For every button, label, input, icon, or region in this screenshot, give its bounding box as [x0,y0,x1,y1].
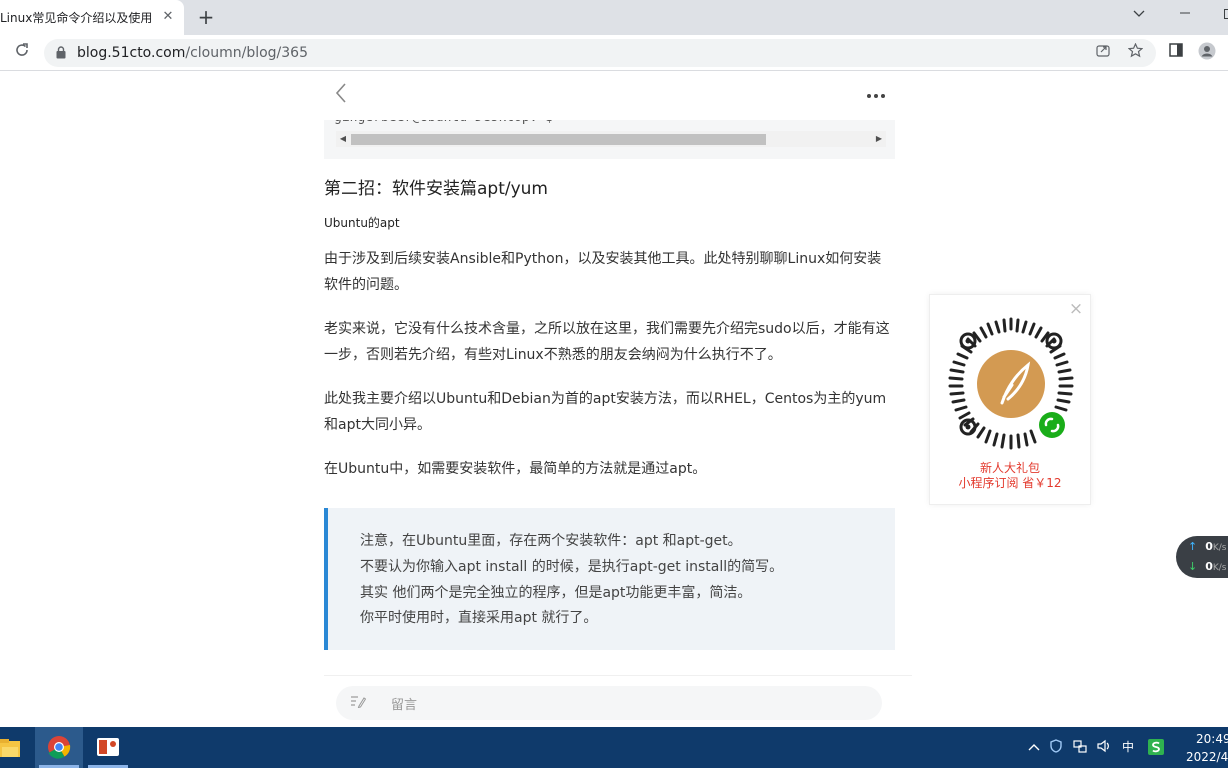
browser-tab[interactable]: Linux常见命令介绍以及使用 ✕ [0,0,184,35]
comment-bar: 留言 [324,675,912,727]
reload-icon[interactable] [11,42,33,64]
chrome-taskbar-icon[interactable] [35,727,83,768]
input-method-indicator[interactable]: 中 [1120,739,1136,755]
share-icon[interactable] [1093,43,1113,63]
close-tab-icon[interactable]: ✕ [160,9,176,25]
tray-overflow-icon[interactable] [1026,739,1042,755]
security-shield-icon[interactable] [1048,739,1064,755]
promo-line-2: 小程序订阅 省￥12 [958,476,1062,490]
code-horizontal-scrollbar[interactable]: ◀ ▶ [336,131,886,147]
quote-line: 其实 他们两个是完全独立的程序，但是apt功能更丰富，简洁。 [360,585,752,601]
mini-program-qr-code [948,317,1074,450]
clock-date: 2022/4/ [1186,750,1228,764]
url-text[interactable]: blog.51cto.com/cloumn/blog/365 [77,45,308,61]
paragraph: 由于涉及到后续安装Ansible和Python，以及安装其他工具。此处特别聊聊L… [324,251,882,293]
sogou-input-icon[interactable] [1148,739,1164,755]
file-explorer-icon[interactable] [0,727,30,768]
bookmark-star-icon[interactable] [1125,42,1145,63]
taskbar: 中 20:49 2022/4/ [0,727,1228,768]
maximize-icon[interactable] [1218,6,1228,26]
url-host: blog.51cto.com [77,45,186,61]
url-path: /cloumn/blog/365 [185,45,308,61]
promo-popup[interactable]: × 新人大礼包 小程序订阅 省￥12 [929,294,1091,505]
clock-time: 20:49 [1196,732,1228,746]
network-icon[interactable] [1072,739,1088,755]
back-icon[interactable] [334,82,354,106]
volume-icon[interactable] [1096,739,1112,755]
address-bar[interactable]: blog.51cto.com/cloumn/blog/365 [44,39,1156,67]
section-subheading: Ubuntu的apt [324,216,400,230]
app-taskbar-icon[interactable] [84,727,132,768]
more-options-icon[interactable] [864,82,888,106]
tab-title: Linux常见命令介绍以及使用 [0,11,152,25]
scroll-left-icon[interactable]: ◀ [336,131,350,147]
tab-search-icon[interactable] [1128,6,1150,26]
scrollbar-thumb[interactable] [351,134,766,145]
comment-placeholder: 留言 [391,698,418,713]
section-title: 第二招：软件安装篇apt/yum [324,179,548,199]
article-header [324,72,912,120]
side-panel-icon[interactable] [1165,42,1187,64]
paragraph: 在Ubuntu中，如需要安装软件，最简单的方法就是通过apt。 [324,461,707,477]
quote-line: 注意，在Ubuntu里面，存在两个安装软件：apt 和apt-get。 [360,533,742,549]
download-arrow-icon: ↓ [1188,560,1198,573]
page-content: gingerbeer@Ubuntu-Desktop:~$ ◀ ▶ 第二招：软件安… [0,72,1228,727]
download-speed: ↓ 0K/s [1188,560,1227,573]
scroll-right-icon[interactable]: ▶ [872,131,886,147]
quote-line: 你平时使用时，直接采用apt 就行了。 [360,610,598,626]
edit-icon [350,694,368,712]
note-blockquote: 注意，在Ubuntu里面，存在两个安装软件：apt 和apt-get。 不要认为… [324,508,895,650]
comment-input[interactable]: 留言 [336,686,882,720]
profile-avatar-icon[interactable] [1196,42,1218,64]
browser-toolbar: blog.51cto.com/cloumn/blog/365 [0,35,1228,71]
minimize-icon[interactable] [1174,6,1196,26]
network-speed-widget[interactable]: ↑ 0K/s ↓ 0K/s [1176,536,1228,578]
quote-line: 不要认为你输入apt install 的时候，是执行apt-get instal… [360,559,784,575]
tab-strip: Linux常见命令介绍以及使用 ✕ + [0,0,1228,35]
upload-speed: ↑ 0K/s [1188,540,1227,553]
system-clock[interactable]: 20:49 2022/4/ [1186,730,1228,766]
new-tab-button[interactable]: + [195,6,217,28]
paragraph: 老实来说，它没有什么技术含量，之所以放在这里，我们需要先介绍完sudo以后，才能… [324,321,890,363]
paragraph: 此处我主要介绍以Ubuntu和Debian为首的apt安装方法，而以RHEL，C… [324,391,887,433]
lock-icon [56,46,66,59]
upload-arrow-icon: ↑ [1188,540,1198,553]
